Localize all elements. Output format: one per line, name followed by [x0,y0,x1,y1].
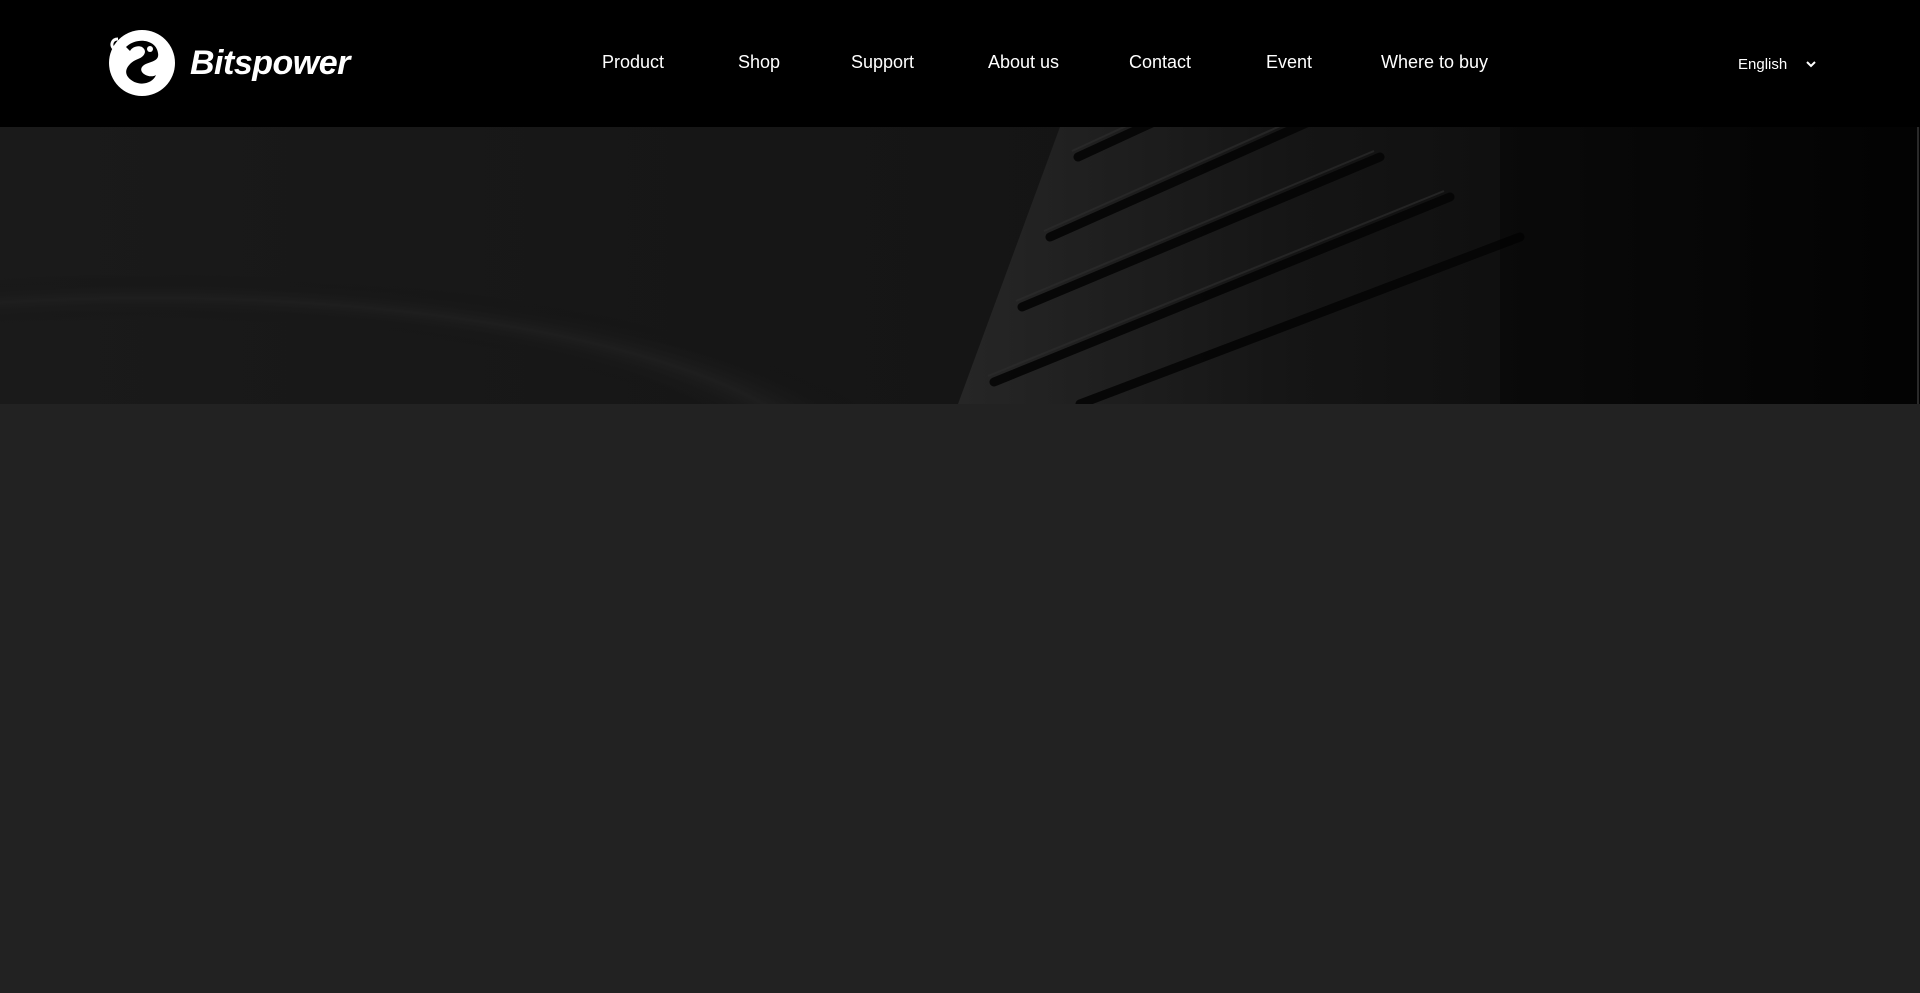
hero-banner [0,127,1920,404]
language-selector[interactable]: English [1738,52,1817,76]
nav-item-contact[interactable]: Contact [1129,50,1191,74]
hero-background-image [0,127,1920,404]
site-header: Bitspower Product Shop Support About us … [0,0,1920,127]
nav-item-about-us[interactable]: About us [988,50,1059,74]
chevron-down-icon [1806,61,1816,68]
main-nav: Product Shop Support About us Contact Ev… [0,0,1920,124]
language-selected: English [1738,55,1788,73]
nav-item-shop[interactable]: Shop [738,50,780,74]
main-content-area [0,404,1920,993]
nav-item-where-to-buy[interactable]: Where to buy [1381,50,1488,74]
nav-item-product[interactable]: Product [602,50,664,74]
nav-item-support[interactable]: Support [851,50,914,74]
nav-item-event[interactable]: Event [1266,50,1312,74]
